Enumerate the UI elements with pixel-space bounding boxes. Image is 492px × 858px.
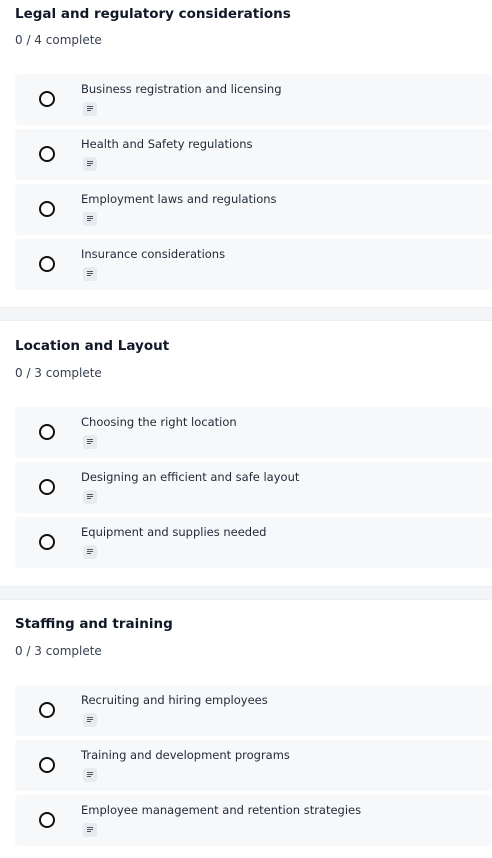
notes-icon[interactable] [83,157,97,171]
notes-icon[interactable] [83,267,97,281]
task-checkbox[interactable] [39,812,55,828]
task-checkbox[interactable] [39,534,55,550]
notes-icon[interactable] [83,435,97,449]
notes-icon[interactable] [83,490,97,504]
task-label: Recruiting and hiring employees [81,693,268,707]
notes-icon[interactable] [83,713,97,727]
task-item[interactable]: Designing an efficient and safe layout [15,462,492,513]
section-progress: 0 / 3 complete [15,644,102,658]
section-location: Location and Layout 0 / 3 complete Choos… [0,321,492,579]
section-staffing: Staffing and training 0 / 3 complete Rec… [0,600,492,858]
task-item[interactable]: Equipment and supplies needed [15,517,492,568]
task-item[interactable]: Recruiting and hiring employees [15,685,492,736]
task-label: Employee management and retention strate… [81,803,362,817]
notes-icon[interactable] [83,545,97,559]
notes-icon[interactable] [83,768,97,782]
notes-icon[interactable] [83,102,97,116]
task-item[interactable]: Health and Safety regulations [15,129,492,180]
task-checkbox[interactable] [39,91,55,107]
section-title: Location and Layout [15,338,170,354]
task-label: Training and development programs [81,748,290,762]
task-item[interactable]: Employment laws and regulations [15,184,492,235]
task-label: Employment laws and regulations [81,192,277,206]
notes-icon[interactable] [83,823,97,837]
task-checkbox[interactable] [39,702,55,718]
task-checkbox[interactable] [39,201,55,217]
task-item[interactable]: Insurance considerations [15,239,492,290]
task-item[interactable]: Employee management and retention strate… [15,795,492,846]
checklist-page: Legal and regulatory considerations 0 / … [0,0,492,858]
task-item[interactable]: Business registration and licensing [15,74,492,125]
section-legal: Legal and regulatory considerations 0 / … [0,0,492,300]
section-title: Staffing and training [15,616,173,632]
task-checkbox[interactable] [39,256,55,272]
task-label: Equipment and supplies needed [81,525,267,539]
notes-icon[interactable] [83,212,97,226]
task-label: Business registration and licensing [81,82,282,96]
task-label: Choosing the right location [81,415,237,429]
task-checkbox[interactable] [39,424,55,440]
task-checkbox[interactable] [39,757,55,773]
section-divider [0,586,492,600]
task-item[interactable]: Choosing the right location [15,407,492,458]
task-label: Designing an efficient and safe layout [81,470,300,484]
section-progress: 0 / 4 complete [15,33,102,47]
section-divider [0,307,492,321]
task-label: Insurance considerations [81,247,226,261]
section-progress: 0 / 3 complete [15,366,102,380]
task-label: Health and Safety regulations [81,137,253,151]
task-checkbox[interactable] [39,479,55,495]
task-checkbox[interactable] [39,146,55,162]
section-title: Legal and regulatory considerations [15,6,291,22]
task-item[interactable]: Training and development programs [15,740,492,791]
